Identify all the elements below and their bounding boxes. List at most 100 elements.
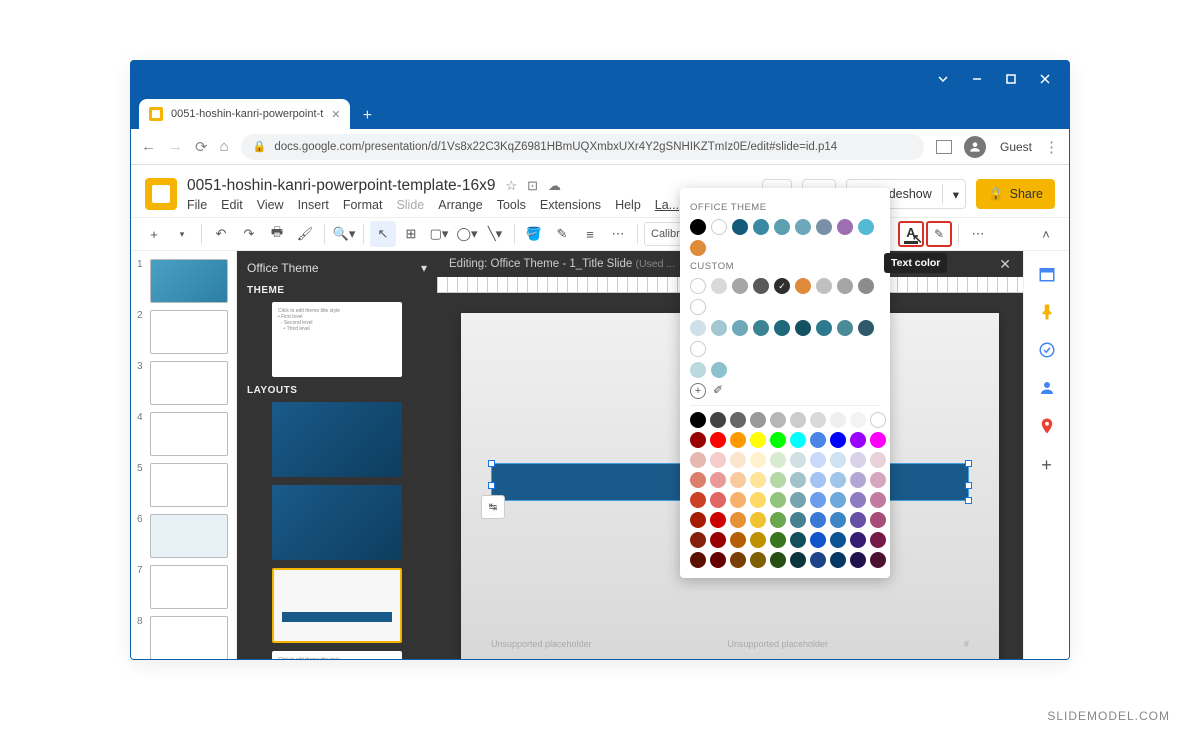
profile-avatar[interactable]: [964, 136, 986, 158]
menu-tools[interactable]: Tools: [497, 198, 526, 212]
standard-color-swatch[interactable]: [710, 412, 726, 428]
standard-color-swatch[interactable]: [870, 412, 886, 428]
standard-color-swatch[interactable]: [710, 472, 726, 488]
standard-color-swatch[interactable]: [870, 452, 886, 468]
custom-color-swatch[interactable]: [816, 278, 832, 294]
standard-color-swatch[interactable]: [850, 492, 866, 508]
theme-color-swatch[interactable]: [774, 219, 790, 235]
custom-color-swatch[interactable]: [690, 362, 706, 378]
menu-overflow[interactable]: La...: [655, 198, 679, 212]
standard-color-swatch[interactable]: [830, 412, 846, 428]
move-icon[interactable]: ⊡: [527, 178, 538, 194]
theme-color-swatch[interactable]: [858, 219, 874, 235]
maximize-icon[interactable]: [1005, 73, 1017, 85]
standard-color-swatch[interactable]: [690, 532, 706, 548]
window-dropdown-icon[interactable]: [937, 73, 949, 85]
standard-color-swatch[interactable]: [690, 452, 706, 468]
forward-icon[interactable]: →: [168, 138, 183, 155]
standard-color-swatch[interactable]: [830, 552, 846, 568]
layout-thumb-selected[interactable]: [272, 568, 402, 643]
standard-color-swatch[interactable]: [750, 552, 766, 568]
theme-color-swatch[interactable]: [732, 219, 748, 235]
menu-view[interactable]: View: [257, 198, 284, 212]
theme-color-swatch[interactable]: [837, 219, 853, 235]
theme-color-swatch[interactable]: [795, 219, 811, 235]
maps-icon[interactable]: [1038, 417, 1056, 435]
keep-icon[interactable]: [1038, 303, 1056, 321]
print-button[interactable]: 🖶: [264, 221, 290, 247]
custom-color-swatch[interactable]: [753, 320, 769, 336]
theme-color-swatch[interactable]: [690, 240, 706, 256]
standard-color-swatch[interactable]: [830, 512, 846, 528]
select-tool[interactable]: ↖: [370, 221, 396, 247]
standard-color-swatch[interactable]: [730, 552, 746, 568]
menu-file[interactable]: File: [187, 198, 207, 212]
custom-color-swatch[interactable]: [690, 341, 706, 357]
tab-close-icon[interactable]: ✕: [331, 108, 340, 121]
eyedropper-icon[interactable]: ✐: [713, 383, 723, 399]
layout-thumb-4[interactable]: Click to edit theme title style• First l…: [272, 651, 402, 660]
cloud-icon[interactable]: ☁: [548, 178, 561, 194]
standard-color-swatch[interactable]: [830, 432, 846, 448]
standard-color-swatch[interactable]: [790, 432, 806, 448]
shape-tool[interactable]: ◯▾: [454, 221, 480, 247]
standard-color-swatch[interactable]: [710, 432, 726, 448]
zoom-button[interactable]: 🔍▾: [331, 221, 357, 247]
custom-color-swatch[interactable]: [711, 362, 727, 378]
standard-color-swatch[interactable]: [750, 532, 766, 548]
standard-color-swatch[interactable]: [850, 532, 866, 548]
standard-color-swatch[interactable]: [790, 552, 806, 568]
standard-color-swatch[interactable]: [690, 552, 706, 568]
star-icon[interactable]: ☆: [505, 178, 517, 194]
standard-color-swatch[interactable]: [770, 532, 786, 548]
menu-slide[interactable]: Slide: [396, 198, 424, 212]
standard-color-swatch[interactable]: [730, 432, 746, 448]
standard-color-swatch[interactable]: [870, 472, 886, 488]
collapse-toolbar-button[interactable]: ˄: [1033, 221, 1059, 247]
custom-color-swatch[interactable]: [753, 278, 769, 294]
standard-color-swatch[interactable]: [870, 552, 886, 568]
theme-color-swatch[interactable]: [690, 219, 706, 235]
standard-color-swatch[interactable]: [690, 492, 706, 508]
back-icon[interactable]: ←: [141, 138, 156, 155]
highlight-color-button[interactable]: ✎: [926, 221, 952, 247]
reader-icon[interactable]: [936, 140, 952, 154]
standard-color-swatch[interactable]: [770, 512, 786, 528]
menu-format[interactable]: Format: [343, 198, 383, 212]
standard-color-swatch[interactable]: [810, 532, 826, 548]
slide-thumb-8[interactable]: 8: [131, 614, 236, 660]
custom-color-swatch[interactable]: [837, 320, 853, 336]
custom-color-swatch[interactable]: [816, 320, 832, 336]
standard-color-swatch[interactable]: [750, 512, 766, 528]
calendar-icon[interactable]: [1038, 265, 1056, 283]
new-slide-button[interactable]: +: [141, 221, 167, 247]
custom-color-swatch[interactable]: [858, 278, 874, 294]
standard-color-swatch[interactable]: [690, 432, 706, 448]
text-color-button[interactable]: A Text color ↖: [898, 221, 924, 247]
slide-thumb-3[interactable]: 3: [131, 359, 236, 407]
custom-color-swatch[interactable]: [837, 278, 853, 294]
standard-color-swatch[interactable]: [830, 472, 846, 488]
standard-color-swatch[interactable]: [850, 452, 866, 468]
standard-color-swatch[interactable]: [730, 452, 746, 468]
theme-color-swatch[interactable]: [816, 219, 832, 235]
standard-color-swatch[interactable]: [830, 452, 846, 468]
standard-color-swatch[interactable]: [870, 532, 886, 548]
menu-help[interactable]: Help: [615, 198, 641, 212]
standard-color-swatch[interactable]: [730, 532, 746, 548]
menu-extensions[interactable]: Extensions: [540, 198, 601, 212]
standard-color-swatch[interactable]: [810, 512, 826, 528]
standard-color-swatch[interactable]: [690, 472, 706, 488]
custom-color-swatch[interactable]: [732, 320, 748, 336]
browser-menu-icon[interactable]: ⋮: [1044, 138, 1059, 156]
add-custom-color-button[interactable]: +: [690, 383, 706, 399]
standard-color-swatch[interactable]: [870, 492, 886, 508]
standard-color-swatch[interactable]: [770, 472, 786, 488]
slide-thumb-2[interactable]: 2: [131, 308, 236, 356]
standard-color-swatch[interactable]: [690, 412, 706, 428]
standard-color-swatch[interactable]: [850, 552, 866, 568]
tab-stop-indicator[interactable]: ↹: [481, 495, 505, 519]
standard-color-swatch[interactable]: [710, 452, 726, 468]
standard-color-swatch[interactable]: [770, 432, 786, 448]
standard-color-swatch[interactable]: [710, 552, 726, 568]
